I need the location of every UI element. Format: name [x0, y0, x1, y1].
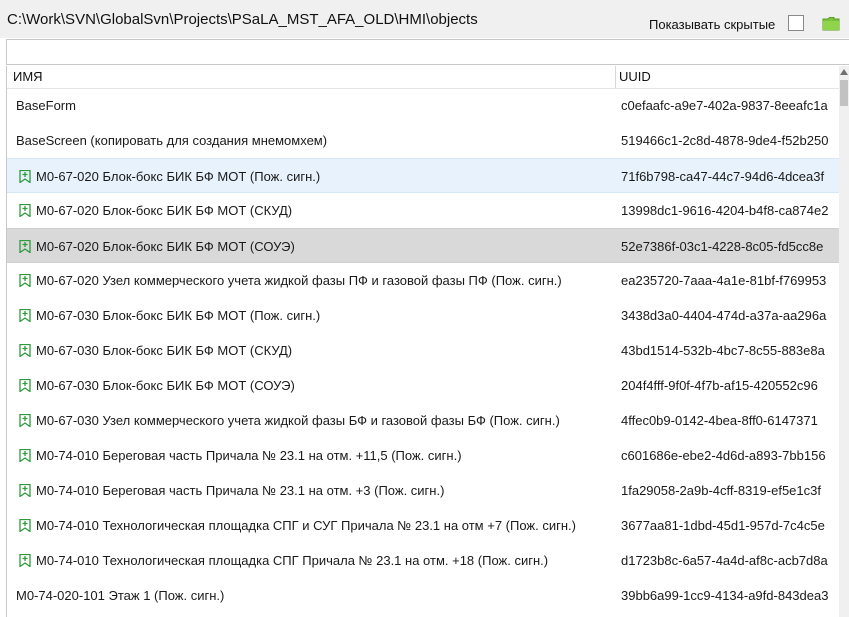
bookmark-plus-icon [19, 170, 31, 183]
bookmark-plus-icon [19, 519, 31, 532]
row-uuid: 43bd1514-532b-4bc7-8c55-883e8a [621, 343, 825, 358]
row-uuid: 1fa29058-2a9b-4cff-8319-ef5e1c3f [621, 483, 821, 498]
show-hidden-checkbox[interactable] [788, 15, 804, 31]
bookmark-plus-icon [19, 449, 31, 462]
bookmark-plus-icon [19, 344, 31, 357]
row-name: М0-67-020 Блок-бокс БИК БФ МОТ (СОУЭ) [36, 239, 295, 254]
bookmark-plus-icon [19, 554, 31, 567]
row-uuid: d1723b8c-6a57-4a4d-af8c-acb7d8a [621, 553, 828, 568]
table-row[interactable]: BaseForm c0efaafc-a9e7-402a-9837-8eeafc1a [7, 88, 840, 123]
row-uuid: 39bb6a99-1cc9-4134-a9fd-843dea3 [621, 588, 829, 603]
table-row[interactable]: М0-74-010 Береговая часть Причала № 23.1… [7, 473, 840, 508]
search-input[interactable] [6, 39, 849, 65]
table-row[interactable]: М0-67-030 Блок-бокс БИК БФ МОТ (СОУЭ) 204… [7, 368, 840, 403]
bookmark-plus-icon [19, 379, 31, 392]
row-name: М0-67-030 Узел коммерческого учета жидко… [36, 413, 560, 428]
row-uuid: 519466c1-2c8d-4878-9de4-f52b250 [621, 133, 829, 148]
table-row[interactable]: М0-67-030 Блок-бокс БИК БФ МОТ (СКУД) 43b… [7, 333, 840, 368]
bookmark-plus-icon [19, 240, 31, 253]
table-row[interactable]: М0-74-010 Технологическая площадка СПГ и… [7, 508, 840, 543]
table-row[interactable]: М0-67-030 Узел коммерческого учета жидко… [7, 403, 840, 438]
path-toolbar: C:\Work\SVN\GlobalSvn\Projects\PSaLA_MST… [0, 0, 849, 38]
row-uuid: 13998dc1-9616-4204-b4f8-ca874e2 [621, 203, 829, 218]
table-row[interactable]: М0-67-020 Блок-бокс БИК БФ МОТ (Пож. сиг… [7, 158, 840, 193]
row-name: BaseForm [16, 98, 76, 113]
row-uuid: c0efaafc-a9e7-402a-9837-8eeafc1a [621, 98, 828, 113]
table-header: ИМЯ UUID [6, 66, 840, 89]
row-name: М0-74-020-101 Этаж 1 (Пож. сигн.) [16, 588, 225, 603]
row-name: М0-74-010 Технологическая площадка СПГ П… [36, 553, 549, 568]
row-uuid: 4ffec0b9-0142-4bea-8ff0-6147371 [621, 413, 818, 428]
row-name: М0-67-020 Блок-бокс БИК БФ МОТ (СКУД) [36, 203, 293, 218]
row-name: М0-67-030 Блок-бокс БИК БФ МОТ (Пож. сиг… [36, 308, 321, 323]
row-name: М0-74-010 Технологическая площадка СПГ и… [36, 518, 576, 533]
row-name: М0-74-010 Береговая часть Причала № 23.1… [36, 483, 445, 498]
column-header-name[interactable]: ИМЯ [13, 69, 43, 84]
scroll-thumb[interactable] [840, 80, 848, 106]
table-row[interactable]: М0-67-020 Блок-бокс БИК БФ МОТ (СОУЭ) 52e… [7, 228, 840, 263]
row-uuid: 52e7386f-03c1-4228-8c05-fd5cc8e [621, 239, 824, 254]
bookmark-plus-icon [19, 414, 31, 427]
current-path: C:\Work\SVN\GlobalSvn\Projects\PSaLA_MST… [7, 11, 478, 28]
row-uuid: 71f6b798-ca47-44c7-94d6-4dcea3f [621, 169, 825, 184]
row-name: М0-74-010 Береговая часть Причала № 23.1… [36, 448, 462, 463]
bookmark-plus-icon [19, 204, 31, 217]
table-row[interactable]: М0-67-020 Узел коммерческого учета жидко… [7, 263, 840, 298]
vertical-scrollbar[interactable] [839, 66, 849, 617]
column-divider[interactable] [615, 66, 616, 88]
column-header-uuid[interactable]: UUID [619, 69, 651, 84]
table-row[interactable]: М0-74-010 Технологическая площадка СПГ П… [7, 543, 840, 578]
folder-icon[interactable] [822, 16, 840, 31]
row-name: М0-67-030 Блок-бокс БИК БФ МОТ (СОУЭ) [36, 378, 295, 393]
row-uuid: ea235720-7aaa-4a1e-81bf-f769953 [621, 273, 827, 288]
row-name: М0-67-020 Блок-бокс БИК БФ МОТ (Пож. сиг… [36, 169, 321, 184]
row-name: М0-67-020 Узел коммерческого учета жидко… [36, 273, 562, 288]
bookmark-plus-icon [19, 274, 31, 287]
bookmark-plus-icon [19, 484, 31, 497]
table-row[interactable]: BaseScreen (копировать для создания мнем… [7, 123, 840, 158]
row-uuid: 3677aa81-1dbd-45d1-957d-7c4c5e [621, 518, 825, 533]
show-hidden-label: Показывать скрытые [649, 17, 776, 32]
row-name: М0-67-030 Блок-бокс БИК БФ МОТ (СКУД) [36, 343, 293, 358]
table-row[interactable]: М0-74-010 Береговая часть Причала № 23.1… [7, 438, 840, 473]
table-row[interactable]: М0-67-030 Блок-бокс БИК БФ МОТ (Пож. сиг… [7, 298, 840, 333]
row-name: BaseScreen (копировать для создания мнем… [16, 133, 328, 148]
objects-table: BaseForm c0efaafc-a9e7-402a-9837-8eeafc1a… [6, 88, 840, 617]
table-row[interactable]: М0-67-020 Блок-бокс БИК БФ МОТ (СКУД) 139… [7, 193, 840, 228]
row-uuid: 3438d3a0-4404-474d-a37a-aa296a [621, 308, 827, 323]
row-uuid: c601686e-ebe2-4d6d-a893-7bb156 [621, 448, 826, 463]
row-uuid: 204f4fff-9f0f-4f7b-af15-420552c96 [621, 378, 818, 393]
table-row[interactable]: М0-74-020-101 Этаж 1 (Пож. сигн.) 39bb6a9… [7, 578, 840, 613]
scroll-up-arrow-icon[interactable] [840, 69, 848, 75]
bookmark-plus-icon [19, 309, 31, 322]
